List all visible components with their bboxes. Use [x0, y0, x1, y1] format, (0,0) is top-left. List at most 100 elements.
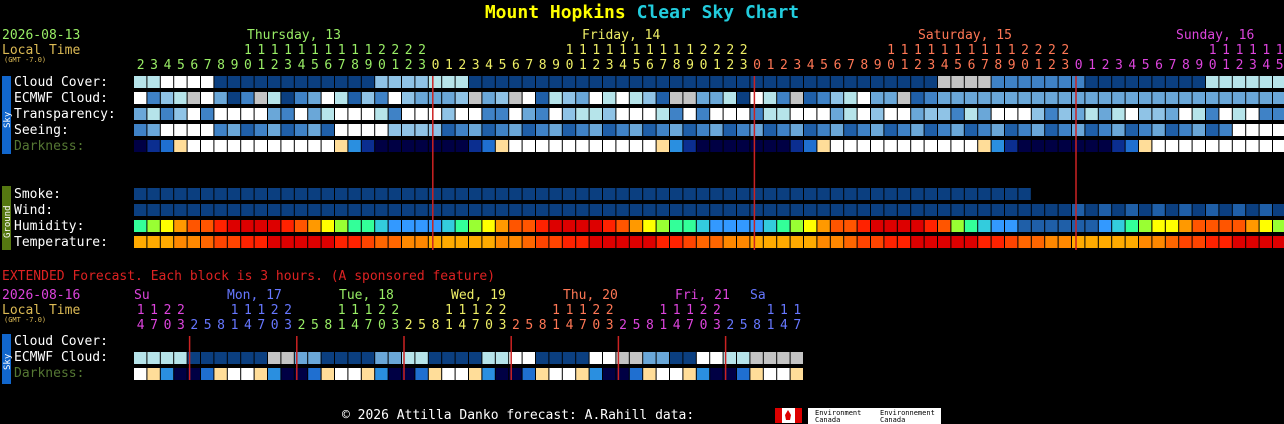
seeing-block — [1031, 124, 1045, 136]
transparency-block — [428, 108, 442, 120]
cloud-cover-block — [1085, 76, 1098, 88]
ext-hour-ones-label: 1 — [767, 318, 775, 333]
ext-hour-ones-label: 8 — [217, 318, 225, 333]
hour-ones-label: 8 — [539, 58, 547, 73]
seeing-block — [201, 124, 214, 136]
smoke-block — [589, 188, 602, 200]
ext-hour-ones-label: 5 — [633, 318, 641, 333]
ecmwf-cloud-block — [938, 92, 951, 104]
darkness-block — [201, 140, 214, 152]
seeing-block — [294, 124, 308, 136]
transparency-block — [1259, 108, 1272, 120]
humidity-block — [790, 220, 803, 232]
ext-row-label-cloud-cover: Cloud Cover: — [14, 334, 108, 349]
day-label: Saturday, 15 — [918, 28, 1012, 43]
humidity-block — [1192, 220, 1205, 232]
humidity-block — [455, 220, 468, 232]
ext-hour-tens-label: 1 — [767, 303, 775, 318]
darkness-block — [1152, 140, 1165, 152]
humidity-block — [777, 220, 790, 232]
seeing-block — [911, 124, 924, 136]
wind-block — [1045, 204, 1058, 216]
seeing-block — [321, 124, 334, 136]
darkness-block — [1085, 140, 1098, 152]
smoke-block — [670, 188, 683, 200]
ecmwf-cloud-block — [924, 92, 937, 104]
hour-ones-label: 2 — [914, 58, 922, 73]
ecmwf-cloud-block — [1139, 92, 1152, 104]
hour-tens-label: 1 — [365, 43, 373, 58]
hour-ones-label: 7 — [1169, 58, 1177, 73]
smoke-block — [643, 188, 656, 200]
darkness-block — [268, 140, 281, 152]
seeing-block — [361, 124, 375, 136]
ext-hour-ones-label: 3 — [713, 318, 721, 333]
smoke-block — [750, 188, 763, 200]
ext-hour-ones-label: 8 — [432, 318, 440, 333]
humidity-block — [335, 220, 348, 232]
transparency-block — [1165, 108, 1179, 120]
transparency-block — [1273, 108, 1284, 120]
darkness-block — [495, 140, 509, 152]
ext-hour-ones-label: 2 — [619, 318, 627, 333]
wind-block — [1005, 204, 1018, 216]
ecmwf-cloud-block — [147, 92, 160, 104]
humidity-block — [710, 220, 723, 232]
ext-darkness-block — [576, 368, 589, 380]
humidity-block — [1246, 220, 1259, 232]
seeing-block — [1246, 124, 1259, 136]
transparency-block — [321, 108, 334, 120]
seeing-block — [576, 124, 589, 136]
cloud-cover-block — [1125, 76, 1138, 88]
temperature-block — [469, 236, 482, 248]
ext-ecmwf-block — [710, 352, 723, 364]
temperature-block — [281, 236, 294, 248]
humidity-block — [603, 220, 616, 232]
wind-block — [884, 204, 897, 216]
wind-block — [723, 204, 736, 216]
temperature-block — [804, 236, 817, 248]
transparency-block — [1072, 108, 1085, 120]
temperature-block — [442, 236, 455, 248]
wind-block — [134, 204, 147, 216]
ecmwf-cloud-block — [1273, 92, 1284, 104]
ext-ecmwf-block — [629, 352, 643, 364]
wind-block — [1179, 204, 1192, 216]
hour-ones-label: 0 — [1209, 58, 1217, 73]
ext-hour-tens-label: 1 — [780, 303, 788, 318]
hour-ones-label: 1 — [901, 58, 909, 73]
cloud-cover-block — [348, 76, 361, 88]
ext-ecmwf-block — [134, 352, 147, 364]
hour-tens-label: 1 — [271, 43, 279, 58]
ext-hour-tens-label: 2 — [378, 303, 386, 318]
hour-tens-label: 1 — [646, 43, 654, 58]
hour-tens-label: 2 — [713, 43, 721, 58]
hour-ones-label: 4 — [807, 58, 815, 73]
hour-ones-label: 6 — [646, 58, 654, 73]
temperature-block — [187, 236, 200, 248]
wind-block — [375, 204, 388, 216]
wind-block — [696, 204, 710, 216]
seeing-block — [174, 124, 187, 136]
hour-tens-label: 2 — [1035, 43, 1043, 58]
hour-ones-label: 1 — [391, 58, 399, 73]
humidity-block — [549, 220, 562, 232]
ext-hour-tens-label: 2 — [485, 303, 493, 318]
ext-ecmwf-block — [388, 352, 401, 364]
ecmwf-cloud-block — [857, 92, 870, 104]
ext-ecmwf-block — [241, 352, 254, 364]
ext-darkness-block — [482, 368, 495, 380]
cloud-cover-block — [562, 76, 576, 88]
ext-darkness-block — [522, 368, 535, 380]
seeing-block — [710, 124, 723, 136]
wind-block — [227, 204, 241, 216]
seeing-block — [884, 124, 897, 136]
seeing-block — [375, 124, 388, 136]
temperature-block — [1192, 236, 1205, 248]
seeing-block — [509, 124, 522, 136]
humidity-block — [911, 220, 924, 232]
extended-notice: EXTENDED Forecast. Each block is 3 hours… — [2, 269, 495, 284]
smoke-block — [723, 188, 736, 200]
ext-ecmwf-block — [670, 352, 683, 364]
hour-ones-label: 6 — [834, 58, 842, 73]
